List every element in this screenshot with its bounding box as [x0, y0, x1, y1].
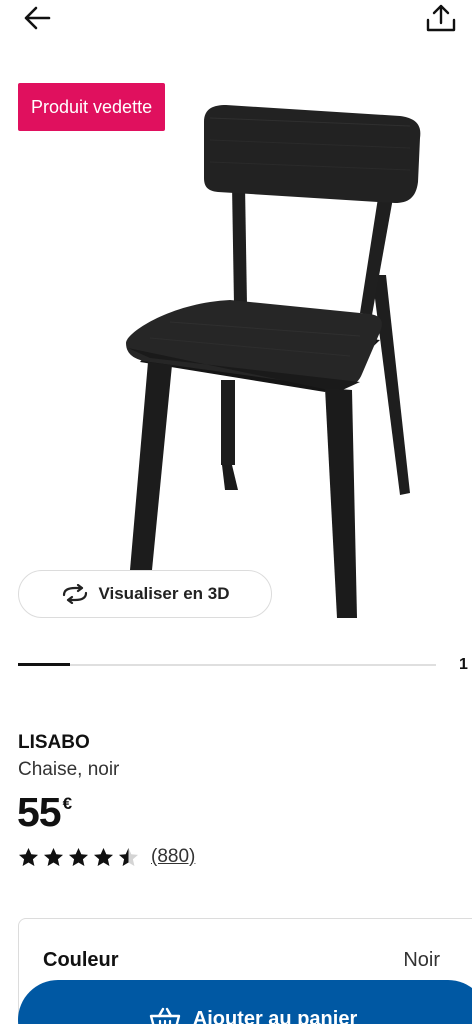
- product-page: Produit vedette Visualiser en 3D 1 LISAB…: [0, 0, 472, 1024]
- star-full-icon: [69, 847, 88, 866]
- color-label: Couleur: [43, 949, 119, 971]
- rating-row[interactable]: (880): [18, 846, 195, 868]
- image-counter: 1: [459, 656, 468, 673]
- arrow-left-icon: [24, 6, 51, 30]
- product-price: 55 €: [17, 789, 72, 835]
- add-to-cart-button[interactable]: Ajouter au panier: [18, 980, 472, 1024]
- rating-stars: [18, 847, 139, 868]
- share-upload-icon: [426, 4, 456, 32]
- share-button[interactable]: [424, 2, 458, 34]
- star-full-icon: [19, 847, 38, 866]
- star-full-icon: [94, 847, 113, 866]
- rotate-3d-icon: [63, 584, 88, 604]
- price-amount: 55: [17, 789, 62, 835]
- chair-image: [126, 105, 421, 618]
- product-description: Chaise, noir: [18, 759, 120, 780]
- add-to-cart-label: Ajouter au panier: [192, 1008, 358, 1024]
- view-3d-label: Visualiser en 3D: [98, 584, 230, 603]
- star-full-icon: [44, 847, 63, 866]
- price-currency: €: [62, 794, 73, 813]
- gallery-progress: [18, 663, 436, 666]
- back-button[interactable]: [20, 4, 54, 32]
- cart-icon: [149, 1007, 180, 1024]
- view-3d-button[interactable]: Visualiser en 3D: [18, 570, 272, 618]
- star-half-icon: [119, 847, 138, 866]
- review-count-link[interactable]: (880): [151, 846, 195, 868]
- product-name: LISABO: [18, 732, 90, 753]
- featured-badge: Produit vedette: [18, 83, 166, 131]
- color-value: Noir: [403, 949, 440, 971]
- gallery-progress-fill: [18, 663, 71, 666]
